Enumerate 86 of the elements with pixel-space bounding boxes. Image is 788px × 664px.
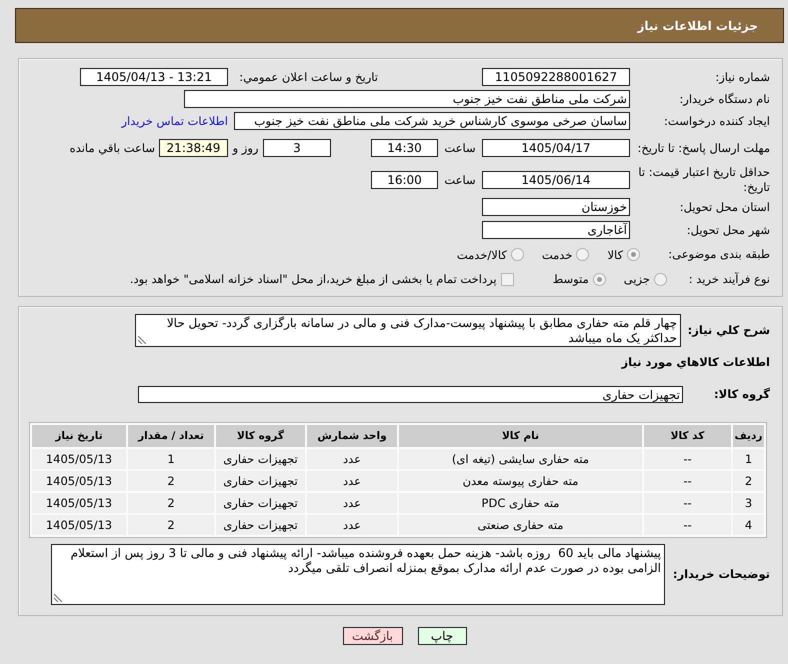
radio-button[interactable] [592, 272, 606, 286]
table-cell: 2 [733, 471, 764, 491]
field-label: توضیحات خریدار: [672, 567, 770, 582]
field-label: شرح کلي نیاز: [688, 323, 770, 338]
checkbox[interactable] [500, 272, 514, 286]
field-label: حداقل تاریخ اعتبار قیمت: تا تاریخ: [637, 165, 770, 195]
table-cell: 2 [128, 493, 214, 513]
table-cell: عدد [307, 515, 397, 535]
table-cell: مته حفاری سایشی (تیغه ای) [399, 449, 642, 469]
field-label: شهر محل تحویل: [686, 222, 770, 238]
field-label: گروه کالا: [714, 387, 770, 402]
table-cell: 1405/05/13 [32, 471, 126, 491]
resize-grip-icon[interactable] [54, 594, 62, 602]
radio-button[interactable] [510, 248, 524, 261]
field-label: شماره نیاز: [715, 70, 770, 84]
radio-button[interactable] [576, 248, 590, 261]
radio-label: متوسط [552, 272, 589, 286]
radio-button[interactable] [627, 248, 640, 261]
table-cell: عدد [307, 471, 397, 491]
table-cell: مته حفاری PDC [399, 493, 642, 513]
table-cell: تجهیزات حفاری [216, 471, 305, 491]
table-cell: 2 [128, 515, 214, 535]
field-label: نوع فرآیند خرید : [688, 272, 770, 286]
input-field[interactable]: آغاجاری [482, 221, 630, 239]
table-cell: 4 [733, 515, 764, 535]
table-header-cell: تاریخ نیاز [32, 425, 126, 447]
field-label: ایجاد کننده درخواست: [664, 114, 770, 128]
description-field[interactable]: چهار قلم مته حفاری مطابق با پیشنهاد پیوست-مدارک فنی و مالی در سامانه بارگزاری گردد- تحویل حالا حداکثر یک ماه میباشد [135, 314, 681, 347]
table-cell: -- [644, 471, 731, 491]
table-cell: 3 [733, 493, 764, 513]
table-cell: 1405/05/13 [32, 515, 126, 535]
table-cell: -- [644, 493, 731, 513]
table-cell: تجهیزات حفاری [216, 515, 305, 535]
input-field[interactable]: خوزستان [482, 198, 630, 216]
print-button[interactable]: چاپ [418, 627, 466, 645]
table-cell: 1405/05/13 [32, 493, 126, 513]
table-header-cell: تعداد / مقدار [128, 425, 214, 447]
page-title: جزئیات اطلاعات نیاز [637, 18, 758, 32]
field-label: ساعت [444, 172, 476, 188]
radio-label: جزیی [624, 272, 650, 286]
table-cell: -- [644, 515, 731, 535]
field-label: نام دستگاه خریدار: [679, 92, 770, 106]
table-cell: مته حفاری پیوسته معدن [399, 471, 642, 491]
field-label: ساعت باقي مانده [70, 140, 155, 156]
table-header-cell: کد کالا [644, 425, 731, 447]
input-field[interactable]: ساسان صرخی موسوی کارشناس خرید شرکت ملی مناطق نفت خیز جنوب [234, 112, 630, 130]
resize-grip-icon[interactable] [138, 336, 146, 344]
table-cell: -- [644, 449, 731, 469]
field-label: مهلت ارسال پاسخ: تا تاریخ: [637, 140, 770, 156]
contact-link[interactable]: اطلاعات تماس خریدار [121, 114, 228, 128]
radio-label: کالا/خدمت [456, 248, 507, 262]
table-cell: عدد [307, 449, 397, 469]
checkbox-label: پرداخت تمام یا بخشی از مبلغ خرید،از محل "اسناد خزانه اسلامی" خواهد بود. [130, 272, 497, 286]
field-label: تاریخ و ساعت اعلان عمومي: [239, 70, 378, 84]
input-field[interactable]: 1405/06/14 [482, 171, 630, 189]
back-button[interactable]: بازگشت [342, 627, 402, 645]
table-cell: 1 [128, 449, 214, 469]
input-field[interactable]: 16:00 [371, 171, 438, 189]
radio-button[interactable] [654, 272, 667, 286]
input-field[interactable]: 21:38:49 [159, 139, 228, 157]
table-header-cell: ردیف [733, 425, 764, 447]
input-field[interactable]: 1405/04/13 - 13:21 [80, 68, 228, 86]
input-field[interactable]: 1405/04/17 [482, 139, 630, 157]
table-cell: مته حفاری صنعتی [399, 515, 642, 535]
field-label: طبقه بندی موضوعی: [668, 247, 770, 262]
input-field[interactable]: شرکت ملی مناطق نفت خیز جنوب [184, 90, 630, 108]
field-label: استان محل تحویل: [680, 200, 770, 214]
table-header-cell: گروه کالا [216, 425, 305, 447]
table-cell: تجهیزات حفاری [216, 449, 305, 469]
field-label: روز و [232, 140, 258, 156]
input-field[interactable]: تجهیزات حفاری [138, 386, 683, 403]
table-cell: تجهیزات حفاری [216, 493, 305, 513]
table-cell: 1 [733, 449, 764, 469]
table-cell: عدد [307, 493, 397, 513]
input-field[interactable]: 3 [263, 139, 331, 157]
field-label: ساعت [444, 140, 476, 156]
table-header-cell: نام کالا [399, 425, 642, 447]
notes-field[interactable]: پیشنهاد مالی باید 60 روزه باشد- هزینه حمل بعهده فروشنده میباشد- ارائه پیشنهاد فنی و مالی تا 3 روز پس از استعلام الزامی بوده در صورت عدم ارائه مدارک بموقع بمنزله انصراف تلقی میگردد [51, 544, 665, 605]
radio-label: خدمت [542, 248, 572, 262]
table-cell: 1405/05/13 [32, 449, 126, 469]
radio-label: کالا [607, 248, 623, 262]
table-header-cell: واحد شمارش [307, 425, 397, 447]
section-title: اطلاعات کالاهاي مورد نیاز [622, 354, 770, 370]
table-cell: 2 [128, 471, 214, 491]
input-field[interactable]: 1105092288001627 [482, 68, 630, 86]
input-field[interactable]: 14:30 [371, 139, 438, 157]
